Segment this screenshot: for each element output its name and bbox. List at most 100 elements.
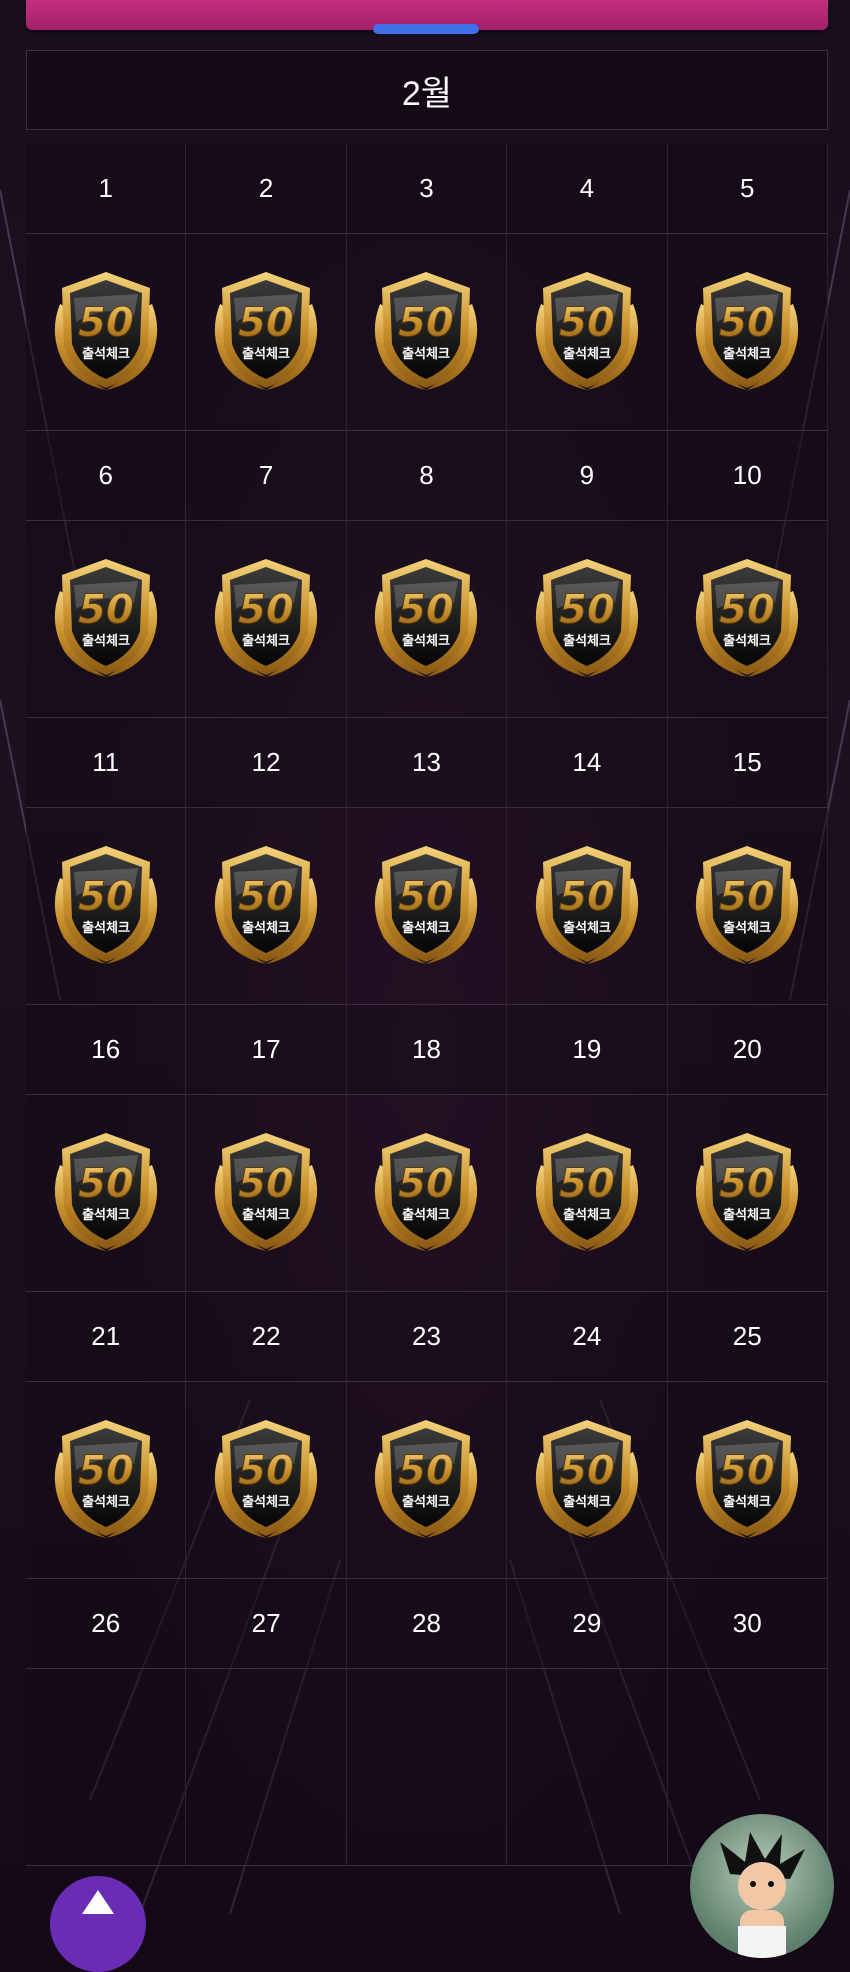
badge-value: 50: [399, 300, 455, 346]
day-cell[interactable]: 50 출석체크: [507, 808, 668, 1005]
drag-handle[interactable]: [373, 24, 479, 34]
badge-value: 50: [78, 874, 134, 920]
badge-label: 출석체크: [563, 633, 611, 649]
day-number: 4: [507, 144, 668, 234]
badge-value: 50: [719, 1161, 775, 1207]
day-cell[interactable]: 50 출석체크: [507, 1095, 668, 1292]
day-cell[interactable]: 50 출석체크: [507, 234, 668, 431]
day-cell[interactable]: 50 출석체크: [346, 234, 508, 431]
day-number: 11: [26, 718, 187, 808]
day-cell[interactable]: 50 출석체크: [346, 808, 508, 1005]
day-cell[interactable]: 50 출석체크: [667, 234, 828, 431]
day-number: 3: [346, 144, 508, 234]
badge-label: 출석체크: [723, 1207, 771, 1223]
badge-value: 50: [399, 587, 455, 633]
month-title: 2월: [26, 50, 828, 130]
day-cell[interactable]: 50 출석체크: [667, 521, 828, 718]
attendance-badge-icon: 50 출석체크: [679, 1125, 815, 1261]
badge-label: 출석체크: [82, 1207, 130, 1223]
scroll-top-button[interactable]: [50, 1876, 146, 1972]
day-cell[interactable]: 50 출석체크: [26, 1382, 187, 1579]
day-number: 22: [186, 1292, 347, 1382]
day-number: 26: [26, 1579, 187, 1669]
attendance-badge-icon: 50 출석체크: [358, 264, 494, 400]
arrow-up-icon: [82, 1890, 114, 1914]
attendance-badge-icon: 50 출석체크: [38, 838, 174, 974]
badge-label: 출석체크: [403, 1494, 451, 1510]
day-cell[interactable]: [186, 1669, 347, 1866]
badge-label: 출석체크: [242, 1494, 290, 1510]
badge-label: 출석체크: [403, 920, 451, 936]
attendance-badge-icon: 50 출석체크: [198, 1412, 334, 1548]
day-cell[interactable]: [507, 1669, 668, 1866]
badge-label: 출석체크: [723, 920, 771, 936]
day-cell[interactable]: 50 출석체크: [507, 521, 668, 718]
badge-value: 50: [559, 300, 615, 346]
badge-label: 출석체크: [242, 633, 290, 649]
day-number: 18: [346, 1005, 508, 1095]
badge-label: 출석체크: [82, 633, 130, 649]
badge-value: 50: [719, 874, 775, 920]
day-number: 15: [667, 718, 828, 808]
badge-value: 50: [559, 587, 615, 633]
day-cell[interactable]: 50 출석체크: [26, 521, 187, 718]
attendance-badge-icon: 50 출석체크: [519, 1125, 655, 1261]
badge-value: 50: [559, 1161, 615, 1207]
badge-label: 출석체크: [563, 920, 611, 936]
day-number: 8: [346, 431, 508, 521]
badge-value: 50: [238, 587, 294, 633]
attendance-badge-icon: 50 출석체크: [38, 264, 174, 400]
attendance-badge-icon: 50 출석체크: [358, 838, 494, 974]
badge-value: 50: [719, 1448, 775, 1494]
badge-label: 출석체크: [563, 1207, 611, 1223]
day-cell[interactable]: 50 출석체크: [667, 808, 828, 1005]
day-cell[interactable]: 50 출석체크: [26, 1095, 187, 1292]
day-number: 14: [507, 718, 668, 808]
attendance-badge-icon: 50 출석체크: [519, 264, 655, 400]
badge-label: 출석체크: [242, 346, 290, 362]
badge-value: 50: [559, 874, 615, 920]
badge-value: 50: [238, 1161, 294, 1207]
badge-value: 50: [238, 874, 294, 920]
badge-label: 출석체크: [242, 1207, 290, 1223]
attendance-badge-icon: 50 출석체크: [679, 838, 815, 974]
attendance-badge-icon: 50 출석체크: [38, 1125, 174, 1261]
character-avatar[interactable]: [690, 1814, 834, 1958]
day-cell[interactable]: 50 출석체크: [186, 1382, 347, 1579]
badge-value: 50: [78, 1161, 134, 1207]
day-cell[interactable]: 50 출석체크: [26, 234, 187, 431]
day-number: 30: [667, 1579, 828, 1669]
day-number: 6: [26, 431, 187, 521]
attendance-badge-icon: 50 출석체크: [679, 551, 815, 687]
attendance-badge-icon: 50 출석체크: [679, 1412, 815, 1548]
day-number: 12: [186, 718, 347, 808]
attendance-badge-icon: 50 출석체크: [519, 1412, 655, 1548]
badge-label: 출석체크: [82, 920, 130, 936]
day-cell[interactable]: 50 출석체크: [186, 521, 347, 718]
badge-value: 50: [719, 587, 775, 633]
attendance-badge-icon: 50 출석체크: [198, 264, 334, 400]
day-cell[interactable]: 50 출석체크: [667, 1095, 828, 1292]
day-cell[interactable]: 50 출석체크: [346, 1382, 508, 1579]
attendance-badge-icon: 50 출석체크: [198, 1125, 334, 1261]
attendance-badge-icon: 50 출석체크: [679, 264, 815, 400]
badge-label: 출석체크: [403, 633, 451, 649]
day-cell[interactable]: [26, 1669, 187, 1866]
day-cell[interactable]: 50 출석체크: [186, 234, 347, 431]
badge-label: 출석체크: [242, 920, 290, 936]
day-cell[interactable]: 50 출석체크: [186, 808, 347, 1005]
attendance-badge-icon: 50 출석체크: [358, 551, 494, 687]
day-cell[interactable]: 50 출석체크: [26, 808, 187, 1005]
badge-value: 50: [78, 300, 134, 346]
day-cell[interactable]: 50 출석체크: [186, 1095, 347, 1292]
attendance-badge-icon: 50 출석체크: [38, 1412, 174, 1548]
day-cell[interactable]: 50 출석체크: [667, 1382, 828, 1579]
badge-value: 50: [78, 1448, 134, 1494]
day-cell[interactable]: 50 출석체크: [346, 521, 508, 718]
badge-value: 50: [719, 300, 775, 346]
day-cell[interactable]: 50 출석체크: [507, 1382, 668, 1579]
attendance-badge-icon: 50 출석체크: [358, 1412, 494, 1548]
day-cell[interactable]: [346, 1669, 508, 1866]
day-cell[interactable]: 50 출석체크: [346, 1095, 508, 1292]
badge-value: 50: [399, 1161, 455, 1207]
